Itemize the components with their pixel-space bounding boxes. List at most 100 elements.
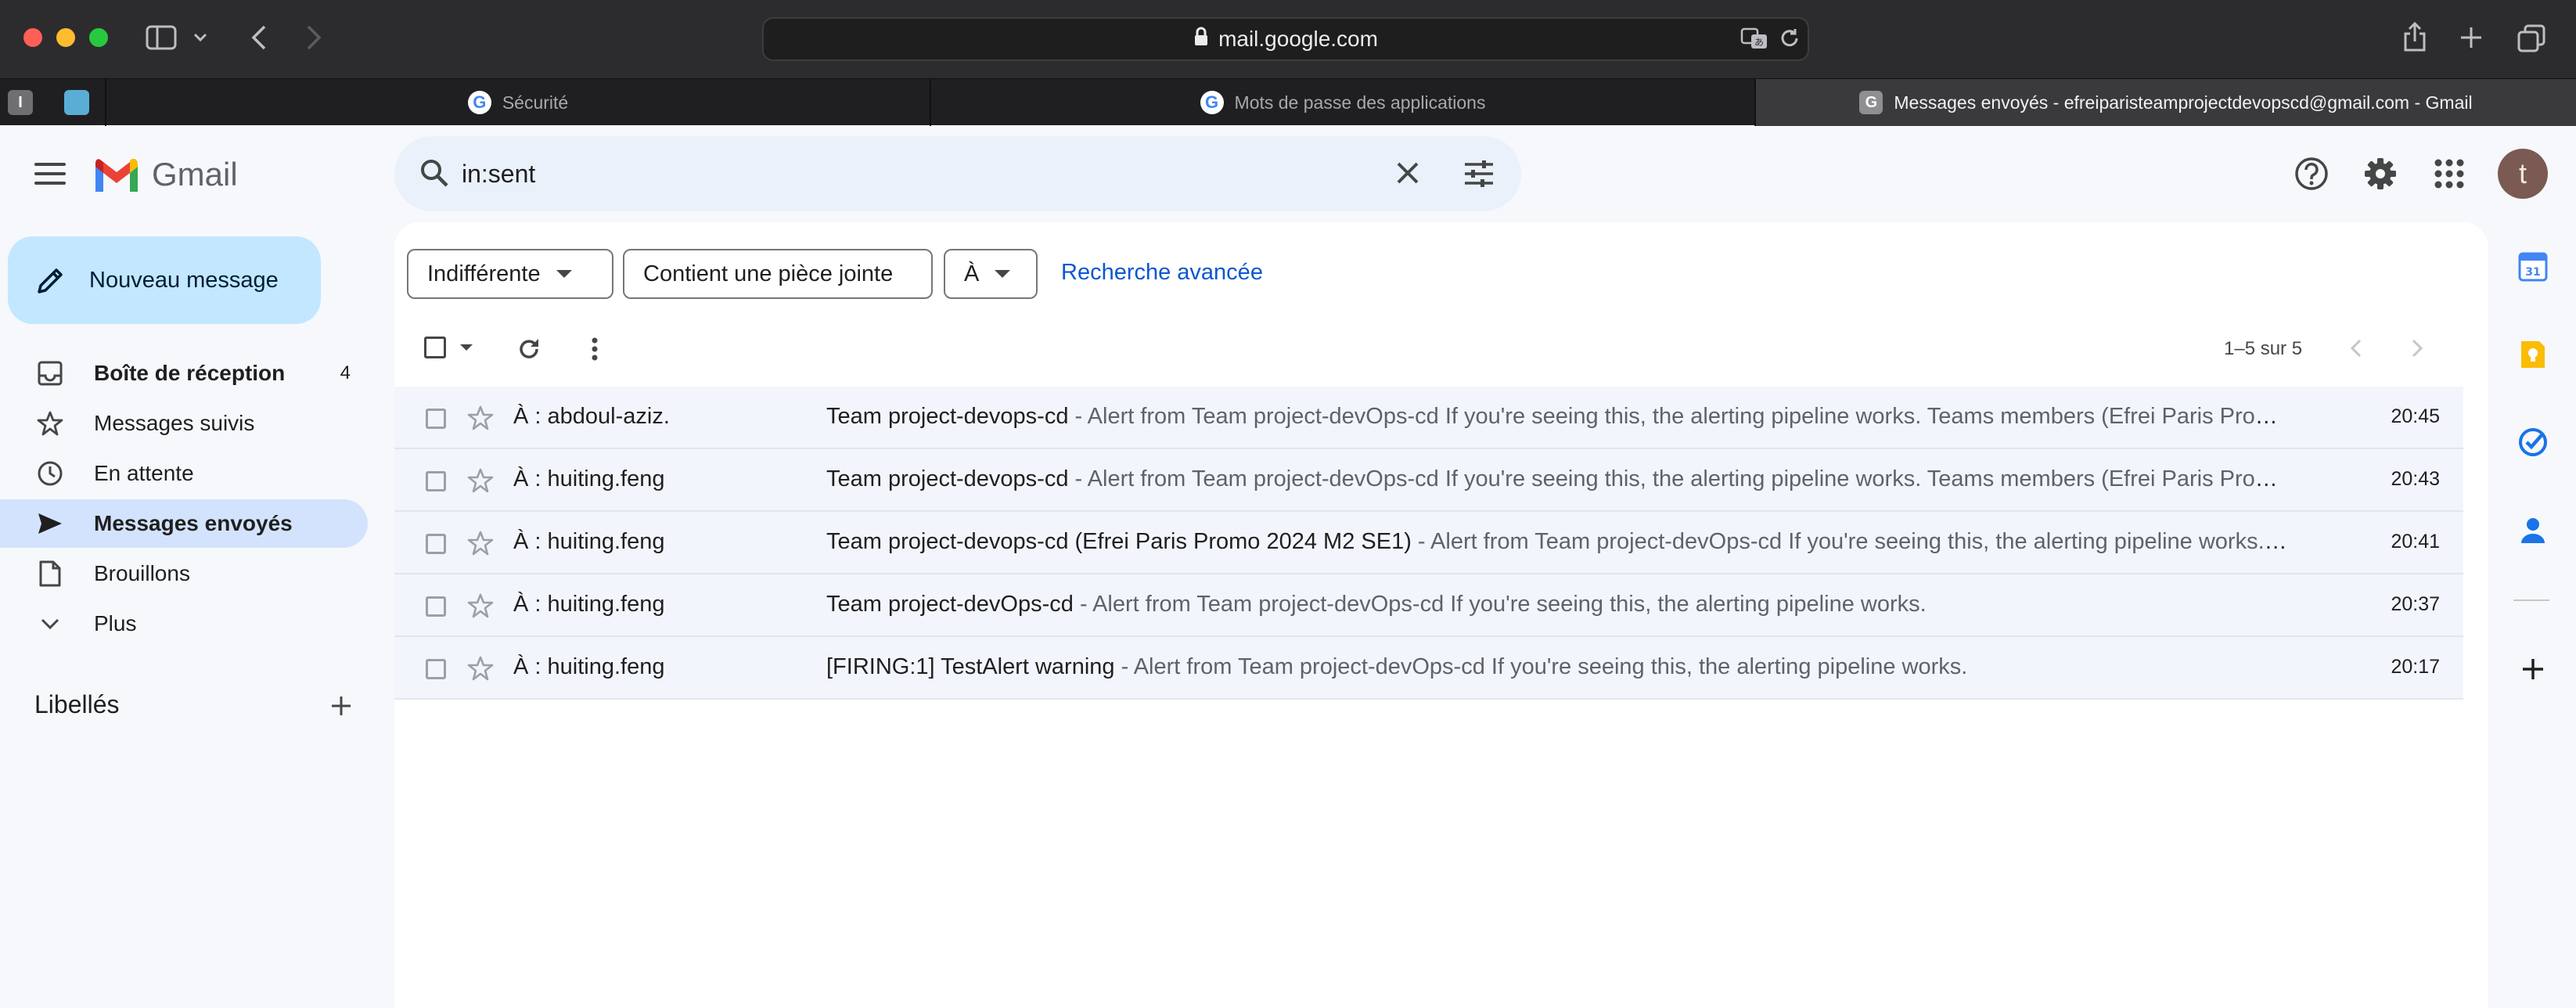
advanced-search-link[interactable]: Recherche avancée (1061, 260, 1263, 286)
filter-chip-to[interactable]: À (944, 249, 1038, 299)
email-row[interactable]: À : huiting.feng Team project-devops-cd … (394, 449, 2463, 512)
unread-count: 4 (340, 362, 351, 383)
translate-icon[interactable]: あ (1740, 25, 1768, 52)
zoom-window-button[interactable] (89, 28, 108, 47)
close-window-button[interactable] (23, 28, 42, 47)
filter-chip-sender[interactable]: Indifférente (407, 249, 613, 299)
row-checkbox[interactable] (426, 471, 446, 491)
recipient: À : huiting.feng (513, 529, 665, 554)
google-favicon-icon: G (467, 91, 491, 114)
row-checkbox[interactable] (426, 596, 446, 617)
back-icon[interactable] (246, 22, 272, 53)
contacts-app-icon[interactable] (2515, 512, 2551, 548)
add-label-button[interactable] (324, 689, 358, 723)
recipient: À : huiting.feng (513, 592, 665, 617)
tab-bar: I G Sécurité G Mots de passe des applica… (0, 78, 2576, 126)
tab-app-passwords[interactable]: G Mots de passe des applications (930, 79, 1754, 126)
address-bar[interactable]: mail.google.com (762, 17, 1809, 61)
row-checkbox[interactable] (426, 409, 446, 429)
star-icon[interactable] (465, 653, 496, 684)
sidebar-item-inbox[interactable]: Boîte de réception 4 (0, 349, 368, 398)
minimize-window-button[interactable] (56, 28, 75, 47)
star-icon[interactable] (465, 527, 496, 559)
account-avatar[interactable]: t (2498, 149, 2548, 199)
pinned-tab-2[interactable] (64, 90, 89, 115)
email-time: 20:37 (2391, 593, 2440, 615)
help-icon[interactable] (2291, 153, 2332, 194)
calendar-app-icon[interactable]: 31 (2515, 249, 2551, 285)
refresh-icon[interactable] (512, 332, 546, 366)
clock-icon (34, 458, 66, 489)
tab-label: Mots de passe des applications (1234, 92, 1486, 113)
keep-app-icon[interactable] (2515, 337, 2551, 373)
pinned-tab-1[interactable]: I (8, 90, 33, 115)
sidebar-item-drafts[interactable]: Brouillons (0, 549, 368, 598)
sidebar-toggle-icon[interactable] (144, 23, 178, 52)
previous-page-icon[interactable] (2343, 335, 2369, 362)
email-content: Team project-devops-cd - Alert from Team… (826, 466, 2290, 492)
tab-label: Messages envoyés - efreiparisteamproject… (1894, 92, 2473, 113)
tab-label: Sécurité (502, 92, 569, 113)
clear-search-icon[interactable] (1388, 153, 1427, 193)
email-row[interactable]: À : huiting.feng [FIRING:1] TestAlert wa… (394, 637, 2463, 700)
email-row[interactable]: À : abdoul-aziz. Team project-devops-cd … (394, 387, 2463, 449)
pinned-tab-letter: I (18, 93, 23, 111)
compose-button[interactable]: Nouveau message (8, 236, 321, 324)
labels-heading: Libellés (34, 690, 120, 718)
search-options-icon[interactable] (1459, 153, 1499, 194)
search-icon[interactable] (415, 153, 454, 193)
lock-icon (1193, 27, 1209, 52)
sidebar-item-label: Messages suivis (94, 411, 255, 435)
chevron-down-icon (34, 608, 66, 639)
compose-label: Nouveau message (89, 267, 279, 293)
sidebar-item-more[interactable]: Plus (0, 599, 368, 648)
sidebar-item-label: Plus (94, 611, 137, 635)
email-subject: Team project-devops-cd (826, 466, 1069, 491)
tasks-app-icon[interactable] (2515, 424, 2551, 460)
filter-chip-attachment[interactable]: Contient une pièce jointe (623, 249, 933, 299)
share-icon[interactable] (2401, 20, 2429, 53)
separator: - (1073, 592, 1093, 617)
tab-overview-icon[interactable] (2517, 23, 2546, 53)
chevron-down-icon[interactable] (191, 28, 210, 47)
recipient: À : abdoul-aziz. (513, 404, 670, 429)
select-all-checkbox[interactable] (423, 335, 448, 360)
tab-gmail-sent[interactable]: G Messages envoyés - efreiparisteamproje… (1754, 79, 2576, 126)
new-tab-icon[interactable] (2457, 23, 2485, 52)
star-icon[interactable] (465, 465, 496, 496)
star-icon[interactable] (465, 590, 496, 621)
star-icon[interactable] (465, 402, 496, 434)
gmail-favicon-icon: G (1859, 91, 1883, 114)
email-snippet: Alert from Team project-devOps-cd If you… (1092, 592, 1927, 617)
settings-gear-icon[interactable] (2360, 153, 2401, 194)
forward-icon[interactable] (300, 22, 327, 53)
sidebar-item-label: Boîte de réception (94, 361, 286, 385)
main-menu-button[interactable] (31, 157, 69, 191)
select-options-caret-icon[interactable] (457, 340, 476, 355)
email-snippet: Alert from Team project-devOps-cd If you… (1087, 404, 2290, 429)
next-page-icon[interactable] (2404, 335, 2430, 362)
row-checkbox[interactable] (426, 659, 446, 679)
email-snippet: Alert from Team project-devOps-cd If you… (1133, 654, 1968, 679)
email-row[interactable]: À : huiting.feng Team project-devops-cd … (394, 512, 2463, 574)
caret-down-icon (995, 270, 1011, 278)
row-checkbox[interactable] (426, 534, 446, 554)
svg-text:あ: あ (1754, 37, 1764, 48)
search-input[interactable] (462, 155, 1307, 193)
gmail-logo[interactable]: Gmail (92, 149, 238, 200)
email-subject: Team project-devOps-cd (826, 592, 1074, 617)
google-apps-icon[interactable] (2429, 153, 2470, 194)
chip-label: À (964, 261, 980, 286)
email-row[interactable]: À : huiting.feng Team project-devOps-cd … (394, 574, 2463, 637)
sidebar-item-snoozed[interactable]: En attente (0, 449, 368, 498)
get-addons-icon[interactable] (2515, 651, 2551, 687)
sidebar-item-sent[interactable]: Messages envoyés (0, 499, 368, 548)
sidebar-item-starred[interactable]: Messages suivis (0, 399, 368, 448)
caret-down-icon (556, 270, 572, 278)
separator: - (1068, 404, 1088, 429)
more-actions-icon[interactable] (579, 332, 610, 366)
tab-securite[interactable]: G Sécurité (105, 79, 930, 126)
reload-icon[interactable] (1776, 25, 1803, 52)
sidebar-item-label: Brouillons (94, 561, 190, 585)
email-content: Team project-devops-cd (Efrei Paris Prom… (826, 529, 2290, 555)
